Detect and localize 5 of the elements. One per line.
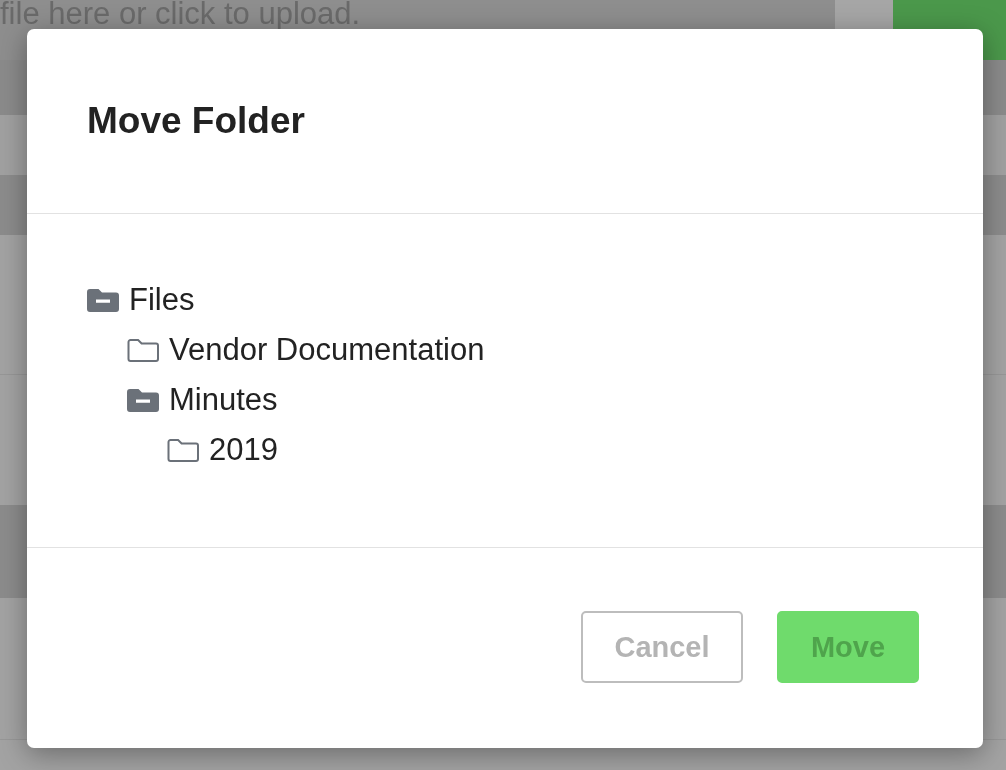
folder-tree-item[interactable]: Minutes — [127, 375, 278, 425]
dialog-title: Move Folder — [87, 100, 305, 142]
folder-tree-item[interactable]: 2019 — [167, 425, 278, 475]
folder-tree-item[interactable]: Vendor Documentation — [127, 325, 485, 375]
folder-tree-item[interactable]: Files — [87, 275, 195, 325]
